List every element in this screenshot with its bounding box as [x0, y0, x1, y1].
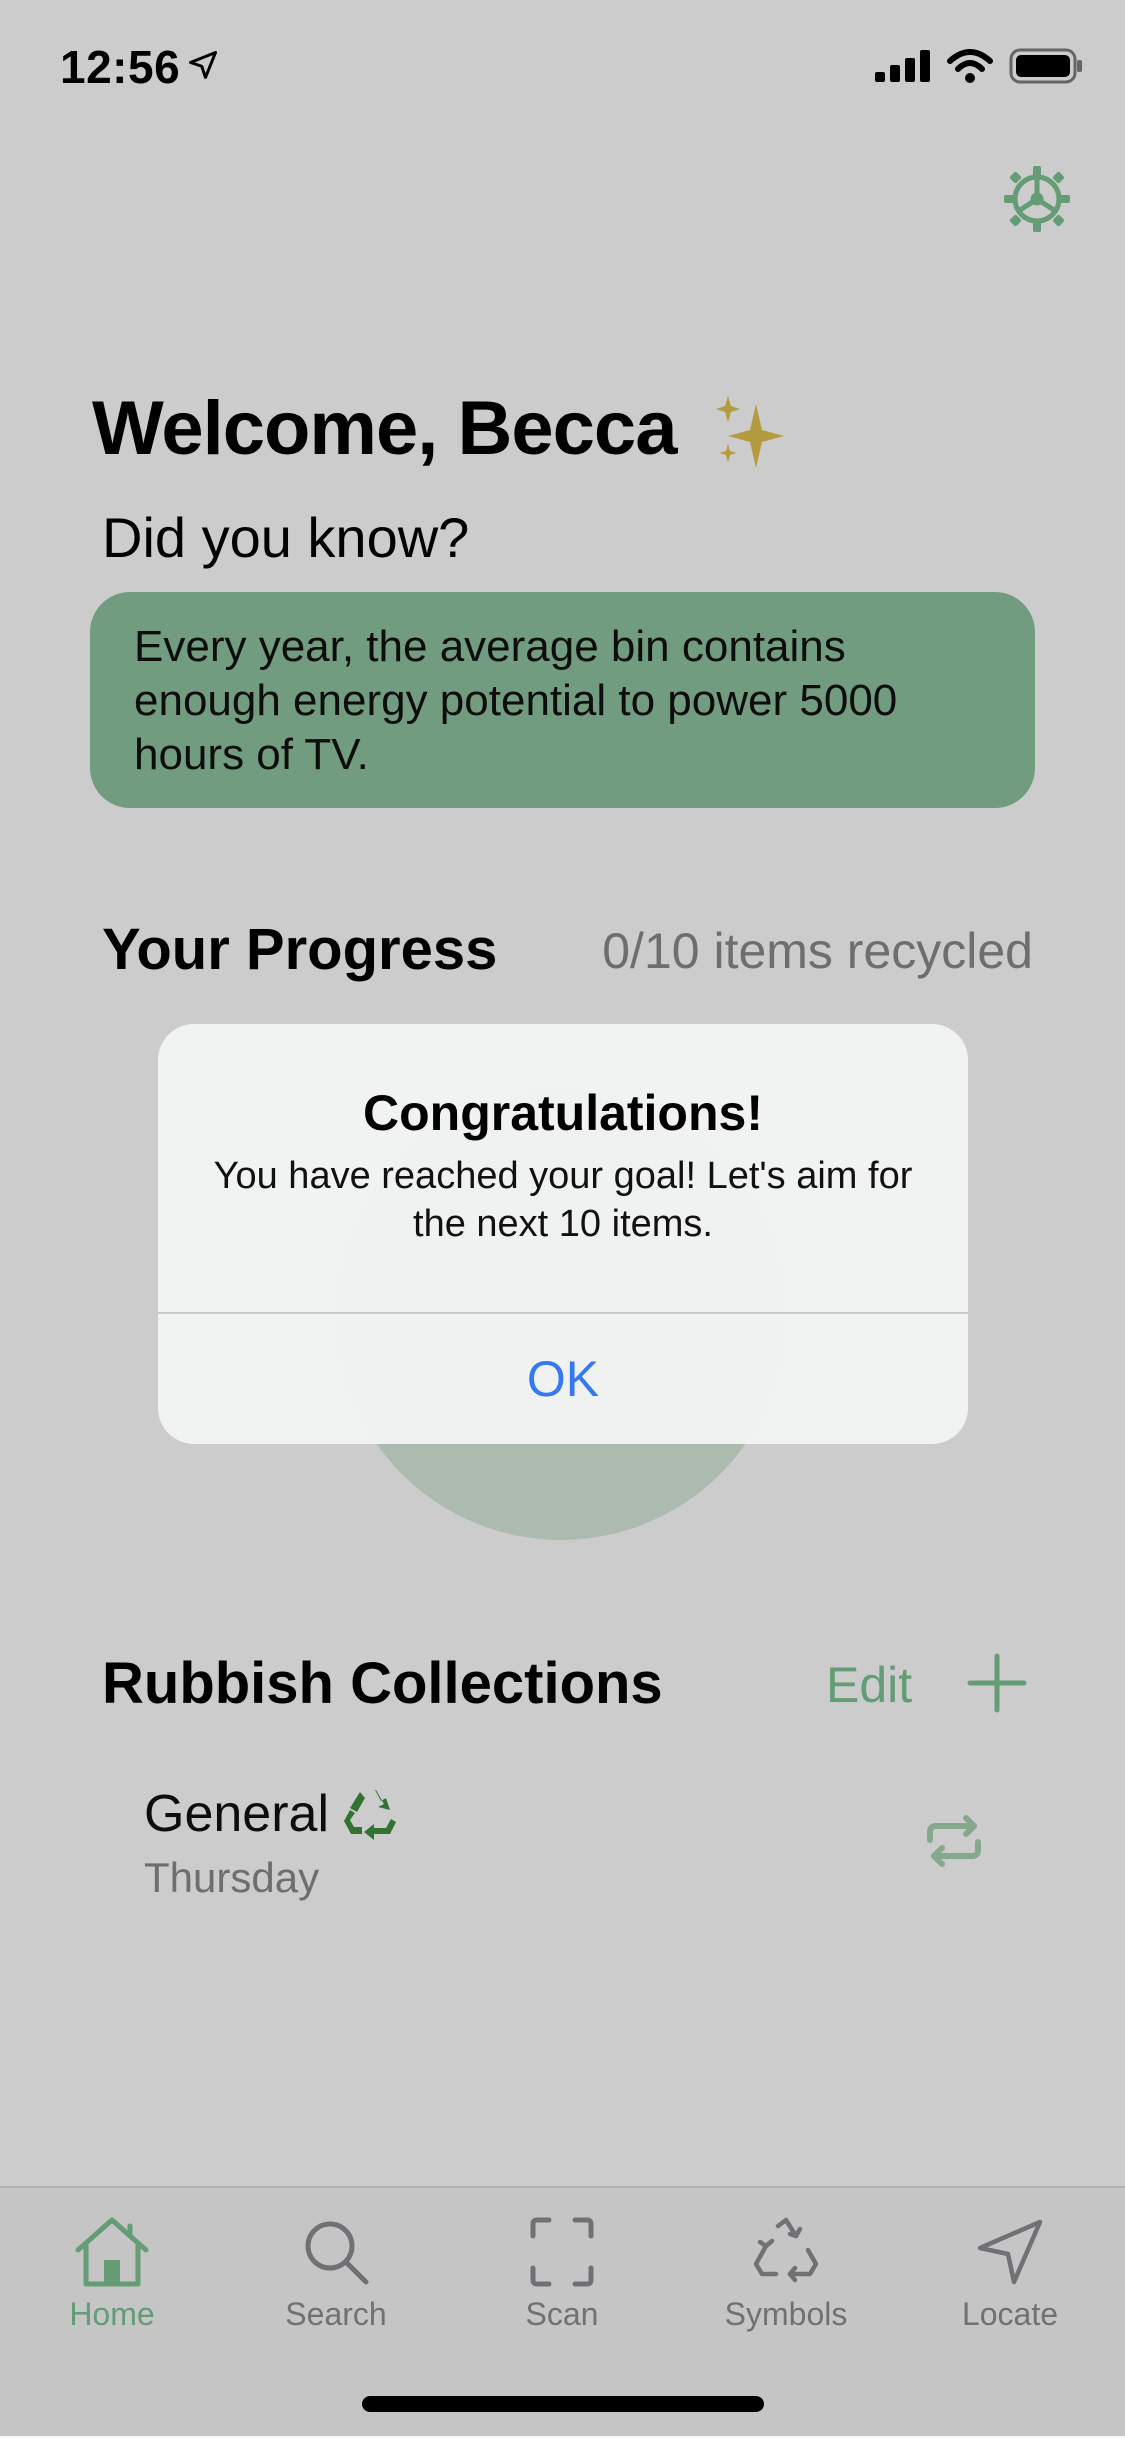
alert-title: Congratulations!	[363, 1085, 763, 1141]
alert-message: You have reached your goal! Let's aim fo…	[213, 1155, 913, 1245]
congratulations-alert: Congratulations! You have reached your g…	[158, 1024, 968, 1444]
home-screen: 12:56 Welcome, Becca Did you know? Every…	[0, 0, 1125, 2438]
alert-ok-button[interactable]: OK	[158, 1314, 968, 1444]
